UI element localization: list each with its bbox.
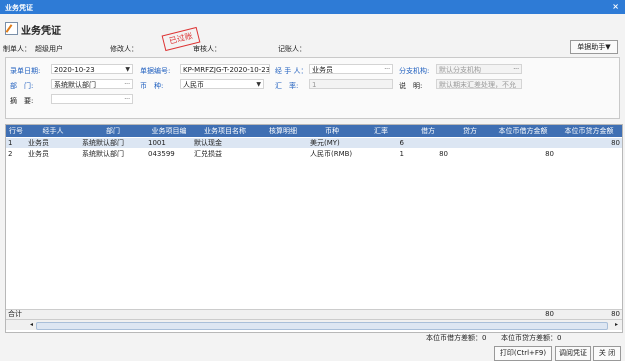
col-header[interactable]: 核算明细 xyxy=(258,125,308,137)
summary-field[interactable]: ··· xyxy=(51,94,133,104)
table-cell: 6 xyxy=(399,139,404,147)
horizontal-scrollbar[interactable]: ◂ ▸ xyxy=(6,319,622,330)
col-header[interactable]: 汇率 xyxy=(356,125,406,137)
maker-value: 超级用户 xyxy=(35,45,63,53)
col-header[interactable]: 借方 xyxy=(406,125,450,137)
grid-header: 行号 经手人 部门 业务项目编 业务项目名称 核算明细 币种 汇率 借方 贷方 … xyxy=(6,125,622,137)
chevron-down-icon[interactable]: ▼ xyxy=(125,65,130,73)
doc-no-value: KP-MRFZJG-T-2020-10-23 xyxy=(183,66,270,74)
window-titlebar: 业务凭证 × xyxy=(0,0,625,14)
rate-label: 汇 率: xyxy=(275,82,299,90)
page-title: 业务凭证 xyxy=(21,26,61,37)
table-cell: 043599 xyxy=(148,150,175,158)
window-title: 业务凭证 xyxy=(5,4,33,12)
totals-credit: 80 xyxy=(611,310,620,318)
doc-no-field[interactable]: KP-MRFZJG-T-2020-10-23 xyxy=(180,64,270,74)
credit-diff: 本位币贷方差额：0 xyxy=(501,334,562,342)
table-row[interactable]: 1 业务员 系统默认部门 1001 默认现金 美元(MY) 6 80 xyxy=(6,138,622,148)
more-icon[interactable]: ··· xyxy=(513,65,519,73)
grid-totals-row: 合计 80 80 xyxy=(6,309,622,319)
col-header[interactable]: 行号 xyxy=(6,125,26,137)
handler-value: 业务员 xyxy=(312,66,333,74)
table-cell: 1 xyxy=(8,139,13,147)
branch-value: 默认分支机构 xyxy=(439,66,481,74)
table-cell: 系统默认部门 xyxy=(82,139,124,147)
dept-value: 系统默认部门 xyxy=(54,81,96,89)
doc-no-label: 单据编号: xyxy=(140,67,171,75)
col-header[interactable]: 币种 xyxy=(308,125,356,137)
dept-label: 部 门: xyxy=(10,82,34,90)
scroll-right-icon[interactable]: ▸ xyxy=(615,321,618,328)
currency-select[interactable]: 人民币 ▼ xyxy=(180,79,264,89)
table-cell xyxy=(258,149,308,159)
help-button[interactable]: 单据助手▼ xyxy=(570,40,618,54)
rate-field[interactable]: 1 xyxy=(309,79,393,89)
table-cell: 2 xyxy=(8,150,13,158)
table-cell: 1 xyxy=(399,150,404,158)
col-header[interactable]: 本位币借方金额 xyxy=(490,125,556,137)
table-cell: 美元(MY) xyxy=(310,139,340,147)
branch-label: 分支机构: xyxy=(399,67,430,75)
close-icon[interactable]: × xyxy=(612,2,619,11)
table-cell: 80 xyxy=(611,139,620,147)
debit-diff: 本位币借方差额：0 xyxy=(426,334,487,342)
close-button[interactable]: 关 闭 xyxy=(593,346,621,361)
more-icon[interactable]: ··· xyxy=(384,65,390,73)
col-header[interactable]: 经手人 xyxy=(26,125,80,137)
retrieve-voucher-button[interactable]: 调阅凭证 xyxy=(555,346,591,361)
auditor-label: 审核人： xyxy=(193,45,221,53)
handler-label: 经 手 人： xyxy=(275,67,308,75)
table-cell: 系统默认部门 xyxy=(82,150,124,158)
totals-debit: 80 xyxy=(545,310,554,318)
print-button[interactable]: 打印(Ctrl+F9) xyxy=(494,346,552,361)
table-cell: 80 xyxy=(545,150,554,158)
scrollbar-thumb[interactable] xyxy=(36,322,608,330)
note-field[interactable]: 默认期末汇差处理，不允 xyxy=(436,79,522,89)
col-header[interactable]: 部门 xyxy=(80,125,146,137)
voucher-grid: 行号 经手人 部门 业务项目编 业务项目名称 核算明细 币种 汇率 借方 贷方 … xyxy=(5,124,623,333)
bookkeeper-label: 记账人： xyxy=(278,45,306,53)
table-cell xyxy=(490,138,556,148)
col-header[interactable]: 业务项目名称 xyxy=(192,125,258,137)
note-label: 说 明: xyxy=(399,82,423,90)
entry-date-field[interactable]: 2020-10-23 ▼ xyxy=(51,64,133,74)
voucher-edit-icon xyxy=(5,22,18,35)
col-header[interactable]: 本位币贷方金额 xyxy=(556,125,622,137)
entry-date-label: 录单日期: xyxy=(10,67,41,75)
handler-field[interactable]: 业务员 ··· xyxy=(309,64,393,74)
currency-label: 币 种: xyxy=(140,82,164,90)
print-button-label: 打印(Ctrl+F9) xyxy=(499,349,547,357)
table-cell: 业务员 xyxy=(28,139,49,147)
scroll-left-icon[interactable]: ◂ xyxy=(30,321,33,328)
table-cell xyxy=(406,138,450,148)
rate-value: 1 xyxy=(312,81,317,89)
currency-value: 人民币 xyxy=(183,81,204,89)
summary-label: 摘 要: xyxy=(10,97,34,105)
table-cell: 业务员 xyxy=(28,150,49,158)
table-cell: 1001 xyxy=(148,139,166,147)
totals-label: 合计 xyxy=(8,310,22,318)
dept-field[interactable]: 系统默认部门 ··· xyxy=(51,79,133,89)
entry-date-value: 2020-10-23 xyxy=(54,66,95,74)
table-cell: 默认现金 xyxy=(194,139,222,147)
maker-label: 制单人： xyxy=(3,45,31,53)
note-value: 默认期末汇差处理，不允 xyxy=(439,81,516,89)
table-cell: 80 xyxy=(439,150,448,158)
col-header[interactable]: 业务项目编 xyxy=(146,125,192,137)
table-cell: 汇兑损益 xyxy=(194,150,222,158)
col-header[interactable]: 贷方 xyxy=(450,125,490,137)
branch-field[interactable]: 默认分支机构 ··· xyxy=(436,64,522,74)
more-icon[interactable]: ··· xyxy=(124,80,130,88)
table-cell xyxy=(450,149,490,159)
table-row[interactable]: 2 业务员 系统默认部门 043599 汇兑损益 人民币(RMB) 1 80 8… xyxy=(6,149,622,159)
table-cell xyxy=(556,149,622,159)
modifier-label: 修改人： xyxy=(110,45,138,53)
table-cell: 人民币(RMB) xyxy=(310,150,353,158)
chevron-down-icon[interactable]: ▼ xyxy=(256,80,261,88)
voucher-form: 录单日期: 2020-10-23 ▼ 单据编号: KP-MRFZJG-T-2020… xyxy=(5,57,620,119)
table-cell xyxy=(258,138,308,148)
more-icon[interactable]: ··· xyxy=(124,95,130,103)
table-cell xyxy=(450,138,490,148)
